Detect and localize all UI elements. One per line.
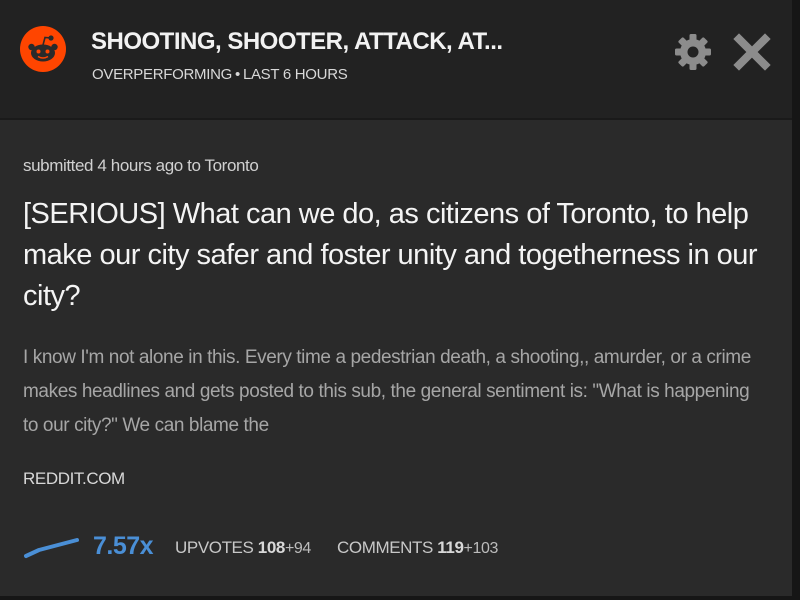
alert-subtitle: OVERPERFORMING • LAST 6 HOURS (92, 66, 348, 83)
upvotes-stat: UPVOTES 108+94 (175, 538, 311, 558)
reddit-logo-icon (20, 26, 66, 72)
upvotes-label: UPVOTES (175, 538, 254, 557)
upvotes-value: 108 (257, 538, 286, 557)
performance-label: OVERPERFORMING (92, 66, 232, 83)
submitted-info: submitted 4 hours ago to Toronto (23, 156, 259, 175)
trend-line-icon (24, 538, 79, 558)
comments-label: COMMENTS (337, 538, 433, 557)
overperformance-factor: 7.57x (93, 532, 154, 560)
post-excerpt: I know I'm not alone in this. Every time… (23, 347, 751, 436)
card-header: SHOOTING, SHOOTER, ATTACK, AT... OVERPER… (0, 0, 792, 120)
notification-card[interactable]: SHOOTING, SHOOTER, ATTACK, AT... OVERPER… (0, 0, 800, 600)
alert-title: SHOOTING, SHOOTER, ATTACK, AT... (91, 28, 503, 55)
upvotes-delta: +94 (284, 540, 311, 557)
comments-delta: +103 (463, 540, 499, 557)
separator: • (234, 66, 240, 83)
timeframe-label: LAST 6 HOURS (242, 66, 348, 83)
comments-value: 119 (437, 538, 464, 557)
gear-icon[interactable] (673, 32, 713, 72)
comments-stat: COMMENTS 119+103 (337, 538, 498, 558)
post-title[interactable]: [SERIOUS] What can we do, as citizens of… (23, 194, 763, 317)
close-icon[interactable] (732, 32, 772, 72)
post-domain-link[interactable]: REDDIT.COM (23, 469, 125, 489)
